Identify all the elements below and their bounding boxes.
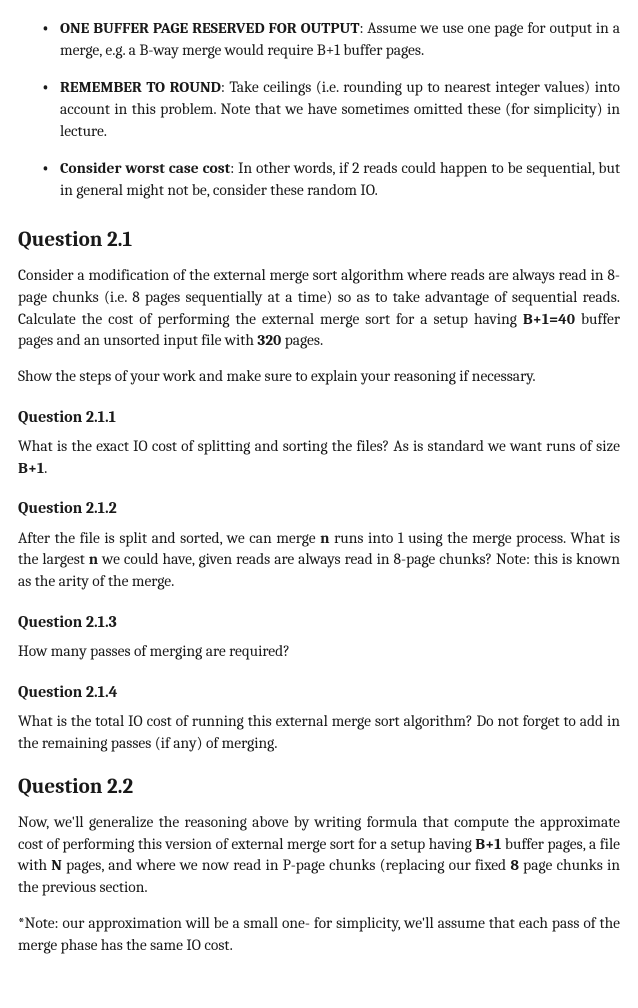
- bold-value: n: [89, 550, 98, 568]
- question-2-1-1-heading: Question 2.1.1: [18, 406, 620, 428]
- bullet-item: Consider worst case cost: In other words…: [60, 158, 620, 201]
- text-span: After the file is split and sorted, we c…: [18, 529, 320, 547]
- question-2-1-paragraph-1: Consider a modification of the external …: [18, 265, 620, 352]
- bold-value: N: [51, 856, 62, 874]
- bold-value: n: [320, 529, 329, 547]
- text-span: we could have, given reads are always re…: [18, 550, 620, 590]
- question-2-2-note: *Note: our approximation will be a small…: [18, 913, 620, 956]
- question-2-1-4-text: What is the total IO cost of running thi…: [18, 711, 620, 754]
- text-span: .: [44, 459, 47, 477]
- question-2-1-paragraph-2: Show the steps of your work and make sur…: [18, 366, 620, 388]
- question-2-1-2-heading: Question 2.1.2: [18, 497, 620, 519]
- text-span: pages.: [281, 331, 323, 349]
- bullet-bold: Consider worst case cost: [60, 159, 230, 177]
- bold-value: 8: [510, 856, 519, 874]
- question-2-2-heading: Question 2.2: [18, 773, 620, 802]
- bullet-item: REMEMBER TO ROUND: Take ceilings (i.e. r…: [60, 77, 620, 142]
- question-2-1-3-text: How many passes of merging are required?: [18, 641, 620, 663]
- bold-value: 320: [257, 331, 281, 349]
- bullet-item: ONE BUFFER PAGE RESERVED FOR OUTPUT: Ass…: [60, 18, 620, 61]
- question-2-1-3-heading: Question 2.1.3: [18, 611, 620, 633]
- bullet-bold: REMEMBER TO ROUND: [60, 78, 221, 96]
- text-span: pages, and where we now read in P-page c…: [62, 856, 510, 874]
- bold-value: B+1: [475, 835, 501, 853]
- question-2-1-2-text: After the file is split and sorted, we c…: [18, 528, 620, 593]
- bold-value: B+1: [18, 459, 44, 477]
- bold-value: B+1=40: [523, 310, 575, 328]
- question-2-1-1-text: What is the exact IO cost of splitting a…: [18, 436, 620, 479]
- assumptions-list: ONE BUFFER PAGE RESERVED FOR OUTPUT: Ass…: [18, 18, 620, 202]
- bullet-bold: ONE BUFFER PAGE RESERVED FOR OUTPUT: [60, 19, 359, 37]
- text-span: What is the exact IO cost of splitting a…: [18, 437, 620, 455]
- question-2-1-heading: Question 2.1: [18, 226, 620, 255]
- question-2-1-4-heading: Question 2.1.4: [18, 681, 620, 703]
- question-2-2-paragraph-1: Now, we'll generalize the reasoning abov…: [18, 812, 620, 899]
